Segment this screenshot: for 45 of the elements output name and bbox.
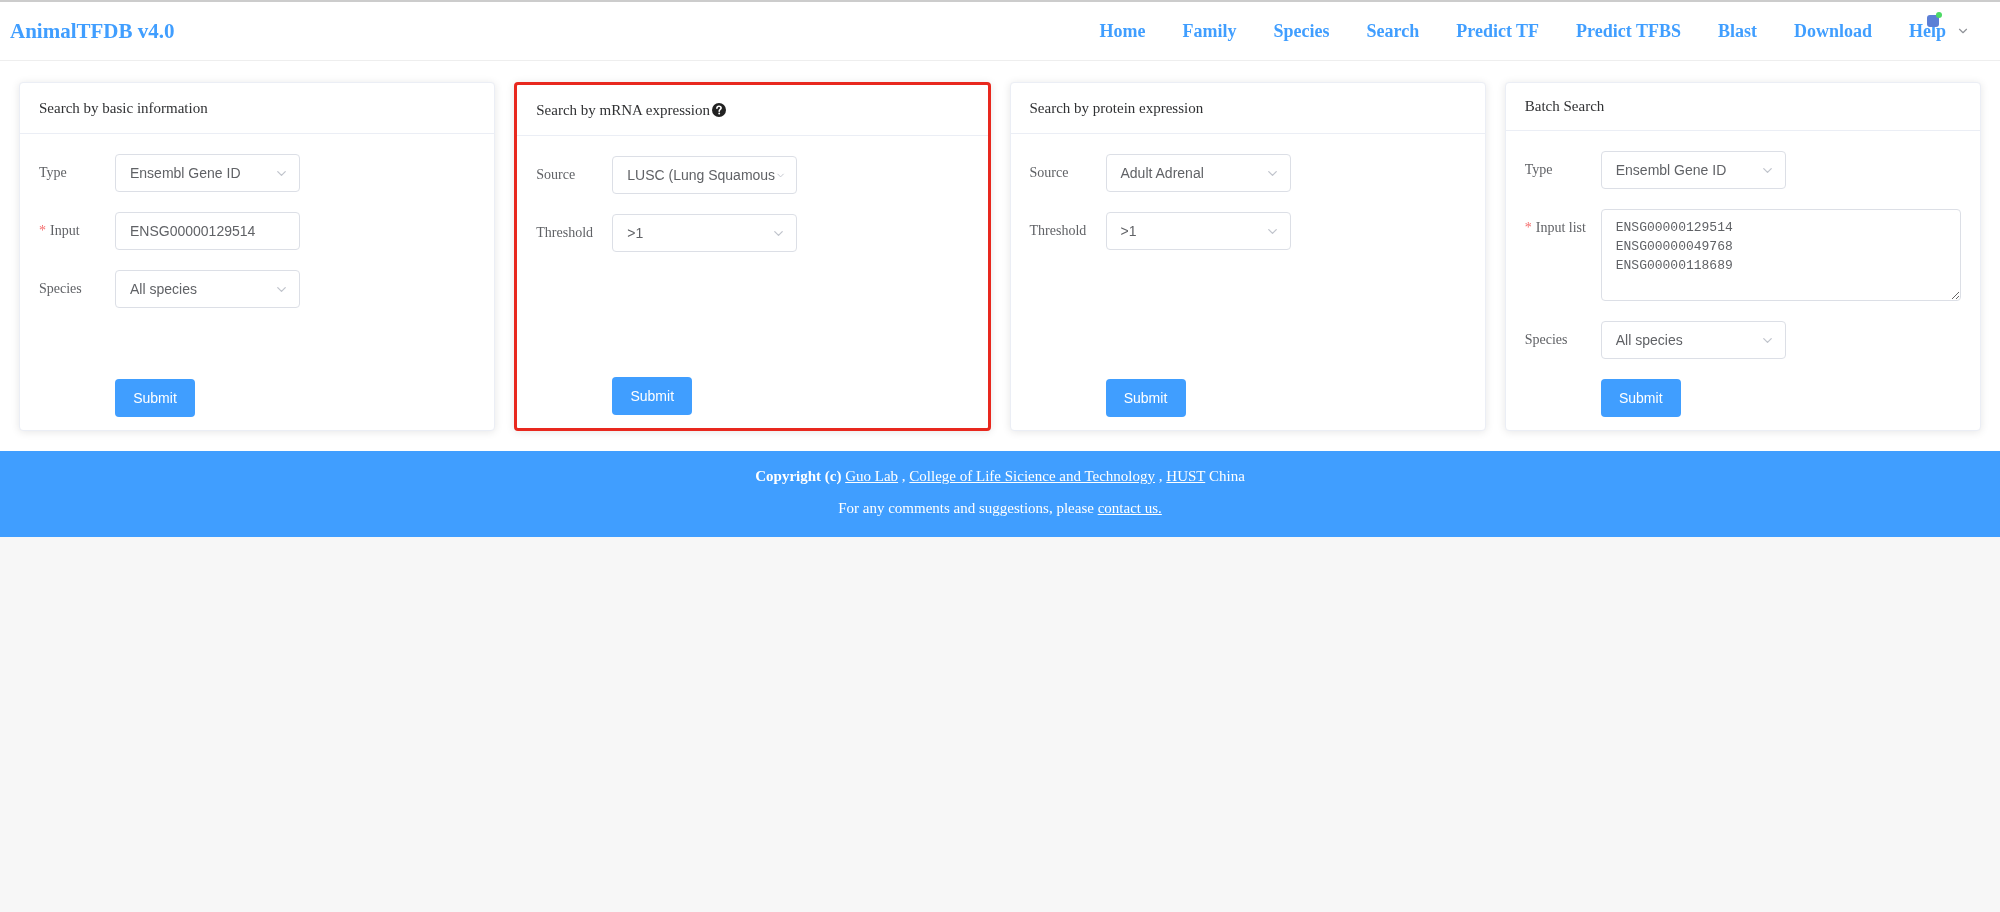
footer-link[interactable]: HUST bbox=[1166, 468, 1206, 484]
nav-link[interactable]: Predict TFBS bbox=[1576, 20, 1681, 42]
field-label: Species bbox=[1524, 331, 1569, 349]
nav-link[interactable]: Home bbox=[1099, 20, 1146, 42]
submit-button[interactable]: Submit bbox=[1600, 379, 1681, 417]
dropdown-field[interactable]: >1 bbox=[612, 214, 798, 252]
field-label: Type bbox=[1524, 161, 1554, 179]
field-label: Type bbox=[39, 164, 68, 182]
card-title: Search by basic information bbox=[39, 99, 208, 117]
dropdown-field[interactable]: >1 bbox=[1105, 212, 1291, 250]
field-label: * Input bbox=[39, 222, 81, 240]
nav-link[interactable]: Search bbox=[1366, 20, 1420, 42]
footer-link[interactable]: contact us. bbox=[1097, 500, 1162, 516]
footer-text: Copyright (c) Guo Lab , College of Life Sicience and Technology , HUST China bbox=[755, 467, 1245, 486]
field-label: Species bbox=[39, 280, 83, 298]
dropdown-field[interactable]: LUSC (Lung Squamous bbox=[612, 156, 798, 194]
nav-link[interactable]: Family bbox=[1182, 20, 1237, 42]
site-logo[interactable]: AnimalTFDB v4.0 bbox=[10, 18, 175, 44]
card-title: Search by mRNA expression bbox=[536, 101, 710, 119]
field-label: * Input list bbox=[1524, 219, 1587, 237]
dropdown-field[interactable]: Ensembl Gene ID bbox=[115, 154, 300, 192]
field-label: Source bbox=[536, 166, 577, 184]
field-label: Threshold bbox=[1029, 222, 1088, 240]
card-title: Batch Search bbox=[1524, 98, 1605, 115]
nav-link[interactable]: Blast bbox=[1717, 20, 1757, 42]
input-list-field[interactable]: ENSG00000129514 ENSG00000049768 ENSG00000118689 bbox=[1600, 209, 1961, 301]
footer-link[interactable]: Guo Lab bbox=[845, 468, 899, 484]
footer-text: For any comments and suggestions, please contact us. bbox=[838, 499, 1162, 518]
nav-link[interactable]: Help bbox=[1909, 20, 1970, 42]
nav-link[interactable]: Download bbox=[1793, 20, 1872, 42]
nav-link[interactable]: Predict TF bbox=[1456, 20, 1540, 42]
footer-link[interactable]: College of Life Sicience and Technology bbox=[909, 468, 1156, 484]
input-field[interactable]: ENSG00000129514 bbox=[115, 212, 300, 250]
nav-link[interactable]: Species bbox=[1273, 20, 1330, 42]
dropdown-field[interactable]: All species bbox=[1600, 321, 1786, 359]
submit-button[interactable]: Submit bbox=[1105, 379, 1186, 417]
help-icon[interactable] bbox=[712, 103, 726, 117]
card-title: Search by protein expression bbox=[1029, 99, 1204, 117]
field-label: Threshold bbox=[536, 224, 594, 242]
submit-button[interactable]: Submit bbox=[612, 377, 693, 415]
dropdown-field[interactable]: Adult Adrenal bbox=[1105, 154, 1291, 192]
field-label: Source bbox=[1029, 164, 1070, 182]
submit-button[interactable]: Submit bbox=[115, 379, 195, 417]
dropdown-field[interactable]: All species bbox=[115, 270, 300, 308]
dropdown-field[interactable]: Ensembl Gene ID bbox=[1600, 151, 1786, 189]
